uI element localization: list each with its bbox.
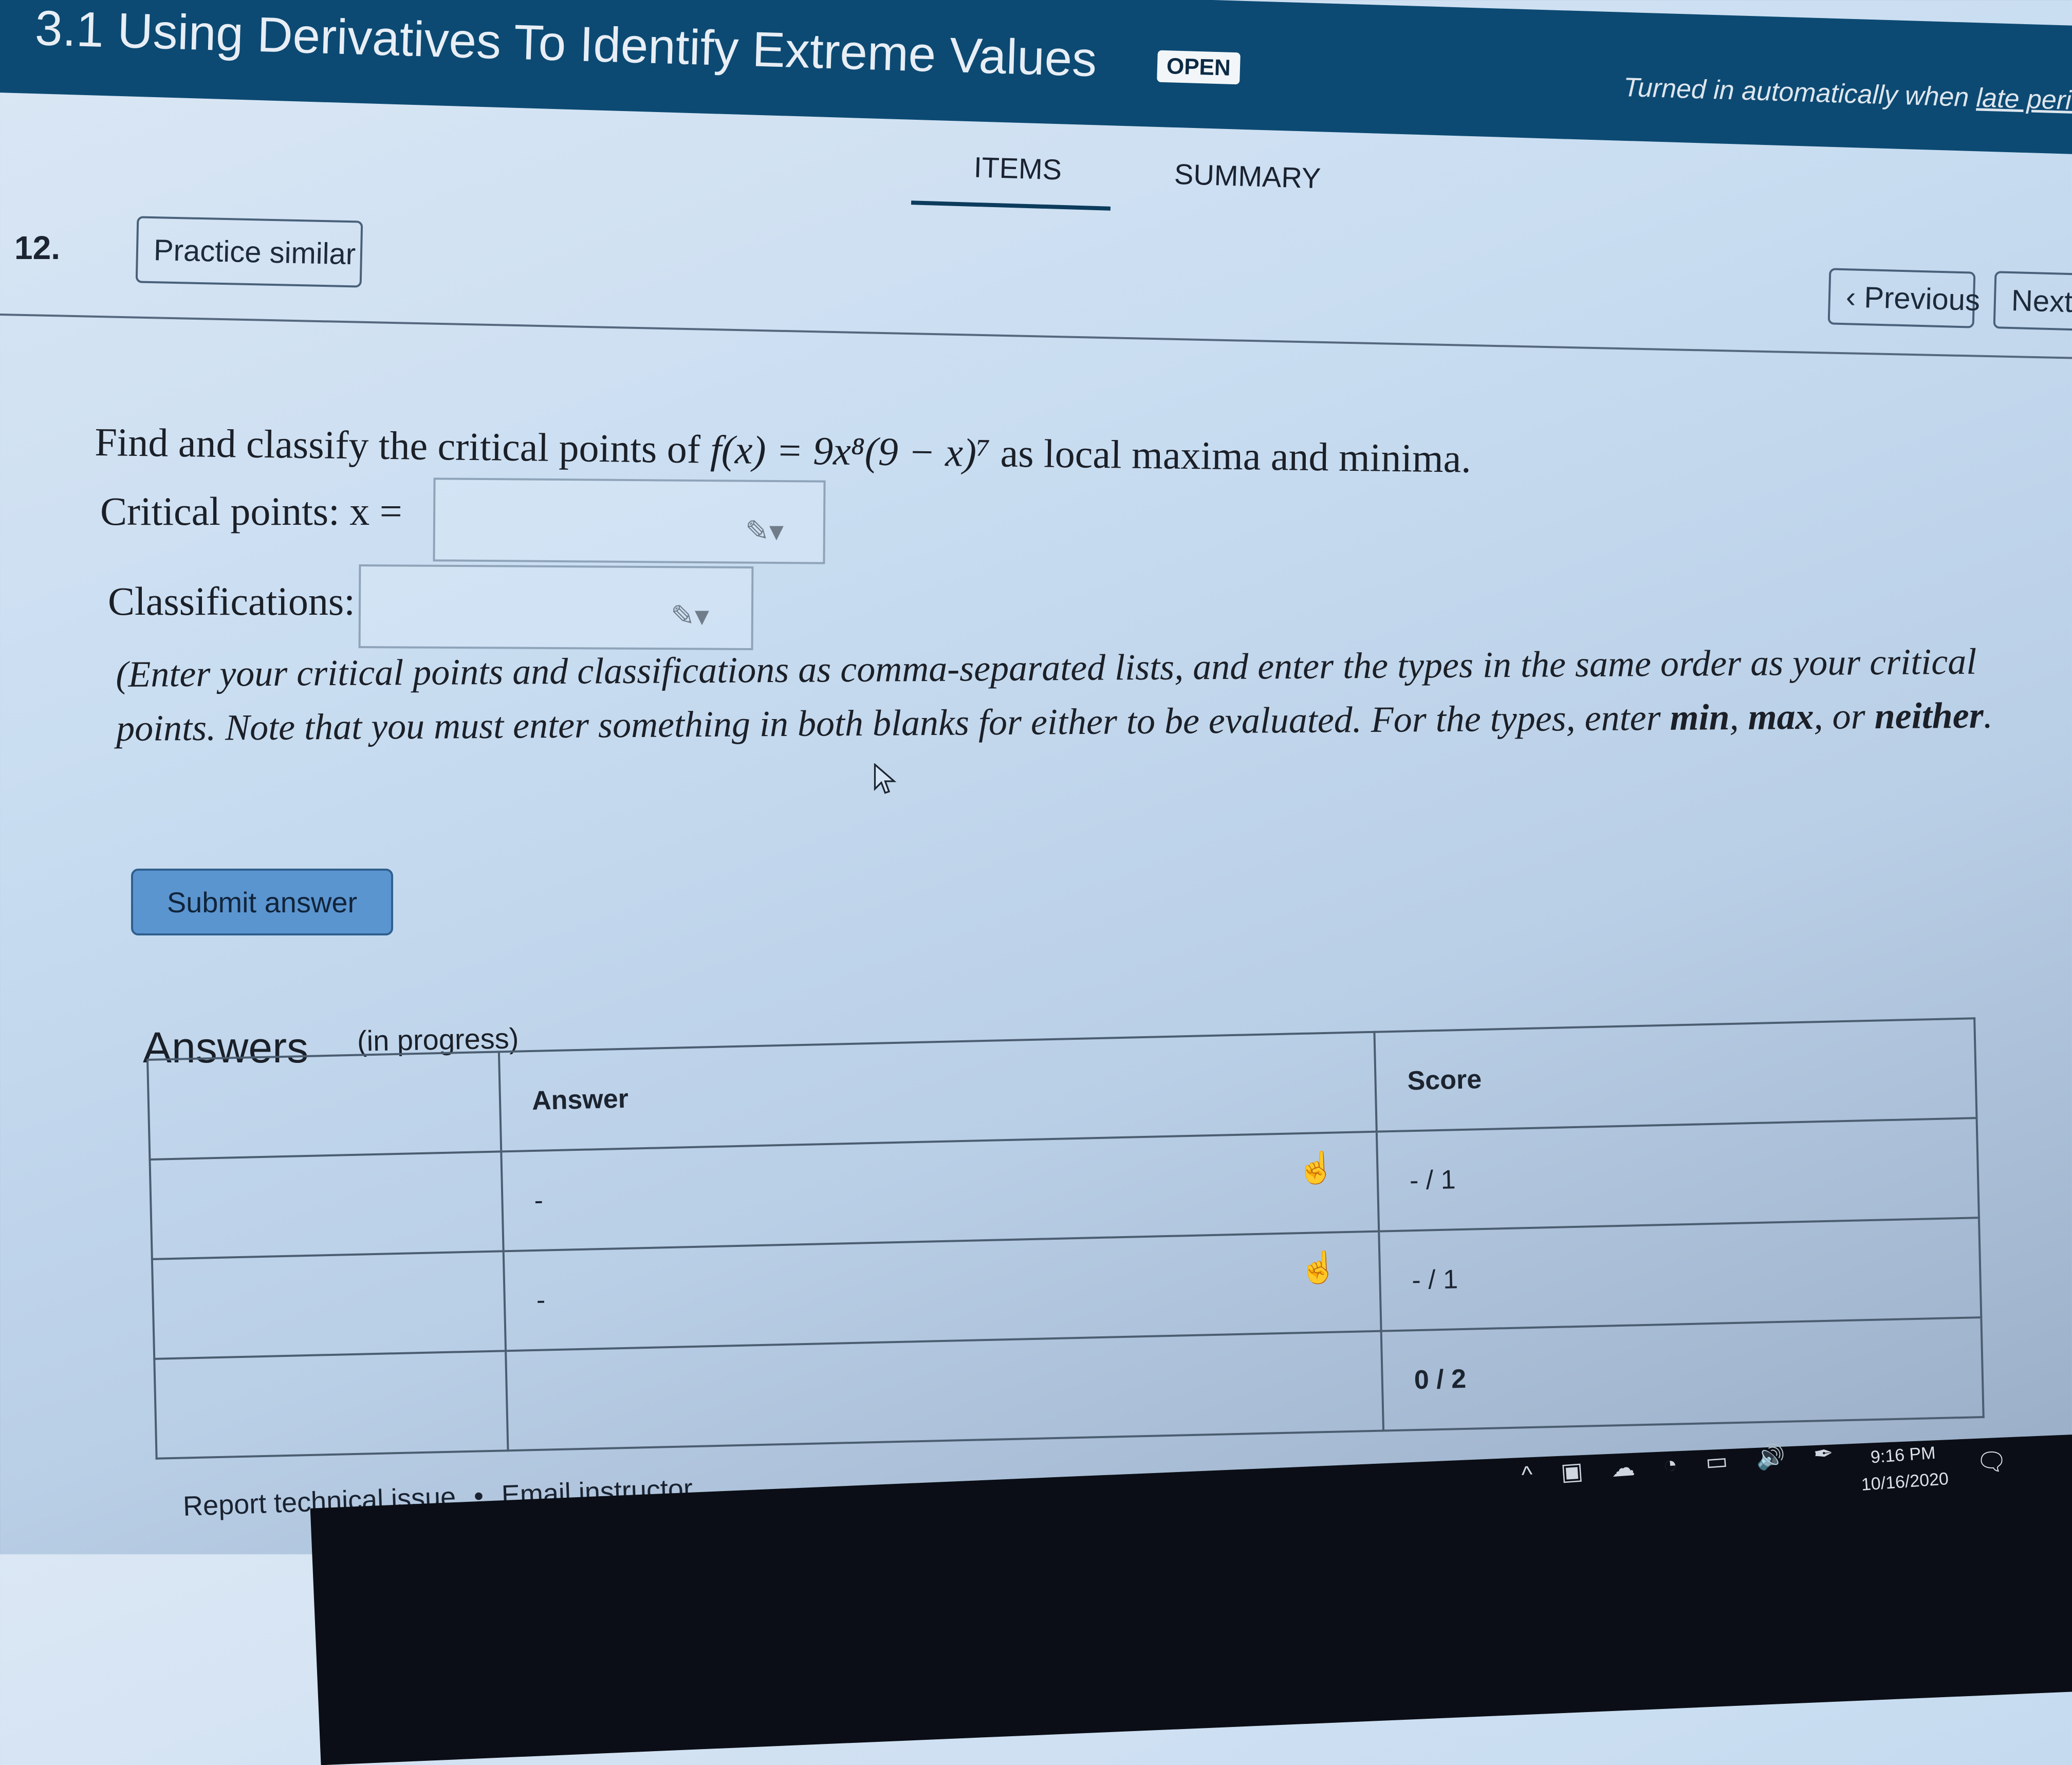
note-sep: , or: [1814, 695, 1875, 737]
submit-answer-button[interactable]: Submit answer: [131, 869, 393, 935]
pen-icon[interactable]: ✒: [1812, 1439, 1834, 1468]
cloud-icon[interactable]: ☁: [1610, 1453, 1636, 1482]
previous-button[interactable]: ‹ Previous: [1827, 268, 1981, 328]
wifi-icon[interactable]: ◔: [1662, 1450, 1678, 1479]
active-tab-indicator: [911, 200, 1111, 211]
row-label: [152, 1251, 506, 1359]
mouse-cursor-icon: [874, 763, 897, 794]
row-answer: [506, 1331, 1384, 1451]
header-score: Score: [1374, 1018, 1977, 1132]
row-answer: - ☝: [503, 1231, 1381, 1351]
tab-items[interactable]: ITEMS: [973, 150, 1062, 186]
critical-points-label: Critical points: x =: [100, 489, 402, 534]
prompt-prefix: Find and classify the critical points of: [94, 419, 711, 472]
question-prompt: Find and classify the critical points of…: [95, 419, 1471, 482]
tab-summary[interactable]: SUMMARY: [1174, 157, 1321, 195]
answer-value: -: [536, 1285, 546, 1315]
hand-pointer-icon[interactable]: ☝: [1299, 1249, 1338, 1286]
notification-icon[interactable]: 🗨: [1976, 1447, 2007, 1476]
chevron-left-icon: ‹: [1845, 280, 1865, 314]
note-max: max: [1748, 695, 1814, 738]
question-number: 12.: [14, 229, 60, 266]
volume-icon[interactable]: 🔊: [1755, 1442, 1786, 1472]
practice-similar-button[interactable]: Practice similar: [135, 216, 363, 288]
answer-value: -: [533, 1185, 544, 1216]
instructions-note: (Enter your critical points and classifi…: [116, 634, 2018, 756]
taskbar-clock[interactable]: 9:16 PM 10/16/2020: [1859, 1439, 1950, 1498]
note-end: .: [1983, 694, 1993, 736]
prompt-suffix: as local maxima and minima.: [990, 430, 1472, 481]
note-neither: neither: [1874, 694, 1984, 737]
row-score: - / 1: [1376, 1118, 1979, 1231]
next-label: Next: [2011, 283, 2072, 319]
chevron-up-icon[interactable]: ^: [1521, 1460, 1533, 1488]
prompt-function: f(x) = 9x⁸(9 − x)⁷: [710, 427, 991, 475]
pencil-dropdown-icon[interactable]: ✎▾: [671, 599, 709, 632]
row-score: - / 1: [1379, 1218, 1982, 1331]
status-badge: OPEN: [1157, 50, 1241, 85]
row-label: [150, 1151, 504, 1259]
note-sep: ,: [1729, 696, 1748, 738]
divider: [0, 314, 2072, 360]
note-min: min: [1670, 696, 1730, 738]
battery-icon[interactable]: ▭: [1705, 1446, 1729, 1476]
monitor-icon[interactable]: ▣: [1560, 1456, 1584, 1485]
classifications-label: Classifications:: [108, 579, 355, 623]
header-blank: [147, 1052, 502, 1160]
windows-taskbar: [310, 1418, 2072, 1765]
row-answer: - ☝: [501, 1131, 1379, 1252]
late-period-link[interactable]: late period e: [1976, 83, 2072, 117]
answers-table: Answer Score - ☝ - / 1 - ☝ - / 1 0 / 2: [146, 1017, 1985, 1460]
hand-pointer-icon[interactable]: ☝: [1297, 1149, 1336, 1187]
pencil-dropdown-icon[interactable]: ✎▾: [745, 514, 784, 547]
total-score: 0 / 2: [1381, 1317, 1984, 1431]
previous-label: Previous: [1863, 280, 1981, 317]
header-answer: Answer: [498, 1032, 1377, 1152]
row-label: [154, 1351, 508, 1459]
next-button[interactable]: Next ›: [1993, 271, 2072, 332]
